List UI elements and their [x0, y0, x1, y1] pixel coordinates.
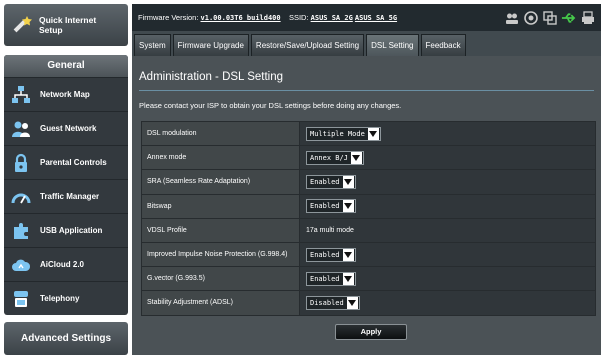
quick-internet-setup-label: Quick Internet Setup — [39, 15, 97, 35]
vdsl-profile-value: 17a multi mode — [299, 217, 596, 243]
annex-mode-select[interactable]: Annex B/J — [306, 150, 364, 165]
lock-icon — [10, 152, 32, 174]
usb-icon[interactable] — [561, 10, 576, 25]
setting-label: Stability Adjustment (ADSL) — [141, 290, 300, 316]
select-value: Multiple Mode — [310, 129, 365, 138]
gvector-select[interactable]: Enabled — [306, 271, 356, 286]
tab-restore-save-upload[interactable]: Restore/Save/Upload Setting — [250, 34, 365, 56]
sidebar-item-label: Telephony — [40, 294, 80, 303]
tab-system[interactable]: System — [134, 34, 171, 56]
select-value: Enabled — [310, 250, 340, 259]
cloud-icon — [10, 254, 32, 276]
select-value: Annex B/J — [310, 153, 348, 162]
sidebar-item-label: AiCloud 2.0 — [40, 260, 85, 269]
copy-icon[interactable] — [542, 10, 557, 25]
general-menu: General Network Map Guest Network Parent… — [4, 55, 128, 315]
guest-network-icon — [10, 118, 32, 140]
firmware-version-link[interactable]: v1.00.03T6_build400 — [201, 14, 281, 22]
sidebar-item-network-map[interactable]: Network Map — [4, 77, 128, 111]
sidebar-item-label: Traffic Manager — [40, 192, 100, 201]
globe-icon[interactable] — [523, 10, 538, 25]
chevron-down-icon — [367, 127, 379, 140]
sidebar-item-label: Guest Network — [40, 124, 97, 133]
network-map-icon — [10, 84, 32, 106]
chevron-down-icon — [346, 296, 358, 309]
dsl-modulation-select[interactable]: Multiple Mode — [306, 126, 381, 141]
setting-label: G.vector (G.993.5) — [141, 266, 300, 292]
firmware-info: Firmware Version: v1.00.03T6_build400 SS… — [138, 13, 397, 22]
sidebar-item-traffic-manager[interactable]: Traffic Manager — [4, 179, 128, 213]
setting-label: SRA (Seamless Rate Adaptation) — [141, 169, 300, 195]
clients-icon[interactable] — [504, 10, 519, 25]
tab-firmware-upgrade[interactable]: Firmware Upgrade — [172, 34, 249, 56]
setting-label: Improved Impulse Noise Protection (G.998… — [141, 241, 300, 268]
general-menu-title: General — [4, 55, 128, 77]
puzzle-icon — [10, 220, 32, 242]
sra-select[interactable]: Enabled — [306, 174, 356, 189]
select-value: Enabled — [310, 177, 340, 186]
setting-label: Annex mode — [141, 145, 300, 171]
table-row: SRA (Seamless Rate Adaptation) Enabled — [141, 169, 596, 195]
tab-bar: System Firmware Upgrade Restore/Save/Upl… — [132, 31, 601, 56]
firmware-label: Firmware Version: — [138, 13, 199, 22]
sidebar-item-label: Parental Controls — [40, 158, 107, 167]
sidebar: Quick Internet Setup General Network Map… — [4, 4, 128, 355]
sidebar-item-parental-controls[interactable]: Parental Controls — [4, 145, 128, 179]
table-row: VDSL Profile 17a multi mode — [141, 217, 596, 243]
sidebar-item-label: Network Map — [40, 90, 90, 99]
chevron-down-icon — [342, 272, 354, 285]
inp-select[interactable]: Enabled — [306, 247, 356, 262]
select-value: Enabled — [310, 202, 340, 211]
ssid-label: SSID: — [288, 13, 309, 22]
table-row: Bitswap Enabled — [141, 193, 596, 219]
main-content: Administration - DSL Setting Please cont… — [132, 56, 601, 355]
table-row: DSL modulation Multiple Mode — [141, 120, 596, 147]
page-title: Administration - DSL Setting — [139, 71, 284, 83]
ssid-2g-link[interactable]: ASUS_SA_2G — [311, 14, 353, 22]
page-description: Please contact your ISP to obtain your D… — [139, 101, 402, 110]
sidebar-item-guest-network[interactable]: Guest Network — [4, 111, 128, 145]
table-row: Annex mode Annex B/J — [141, 145, 596, 171]
sidebar-item-label: USB Application — [40, 226, 103, 235]
magic-wand-icon — [10, 13, 34, 37]
chevron-down-icon — [350, 151, 362, 164]
setting-label: Bitswap — [141, 193, 300, 219]
advanced-settings-button[interactable]: Advanced Settings — [4, 322, 128, 355]
sidebar-item-telephony[interactable]: Telephony — [4, 281, 128, 315]
chevron-down-icon — [342, 248, 354, 261]
telephone-icon — [10, 288, 32, 310]
chevron-down-icon — [342, 200, 354, 213]
select-value: Enabled — [310, 274, 340, 283]
bitswap-select[interactable]: Enabled — [306, 199, 356, 214]
speedometer-icon — [10, 186, 32, 208]
setting-label: DSL modulation — [141, 120, 300, 147]
stability-adjustment-select[interactable]: Disabled — [306, 295, 360, 310]
ssid-5g-link[interactable]: ASUS_SA_5G — [355, 14, 397, 22]
tab-dsl-setting[interactable]: DSL Setting — [366, 34, 419, 56]
sidebar-item-usb-application[interactable]: USB Application — [4, 213, 128, 247]
title-divider — [139, 90, 594, 91]
quick-internet-setup-button[interactable]: Quick Internet Setup — [4, 4, 128, 46]
apply-button[interactable]: Apply — [335, 324, 407, 340]
table-row: Stability Adjustment (ADSL) Disabled — [141, 290, 596, 316]
tab-feedback[interactable]: Feedback — [420, 34, 466, 56]
setting-label: VDSL Profile — [141, 217, 300, 243]
printer-icon[interactable] — [580, 10, 595, 25]
table-row: G.vector (G.993.5) Enabled — [141, 266, 596, 292]
status-icons — [504, 10, 595, 25]
sidebar-item-aicloud[interactable]: AiCloud 2.0 — [4, 247, 128, 281]
status-bar: Firmware Version: v1.00.03T6_build400 SS… — [132, 4, 601, 31]
select-value: Disabled — [310, 298, 344, 307]
dsl-settings-table: DSL modulation Multiple Mode Annex mode … — [141, 120, 596, 316]
table-row: Improved Impulse Noise Protection (G.998… — [141, 241, 596, 268]
chevron-down-icon — [342, 175, 354, 188]
